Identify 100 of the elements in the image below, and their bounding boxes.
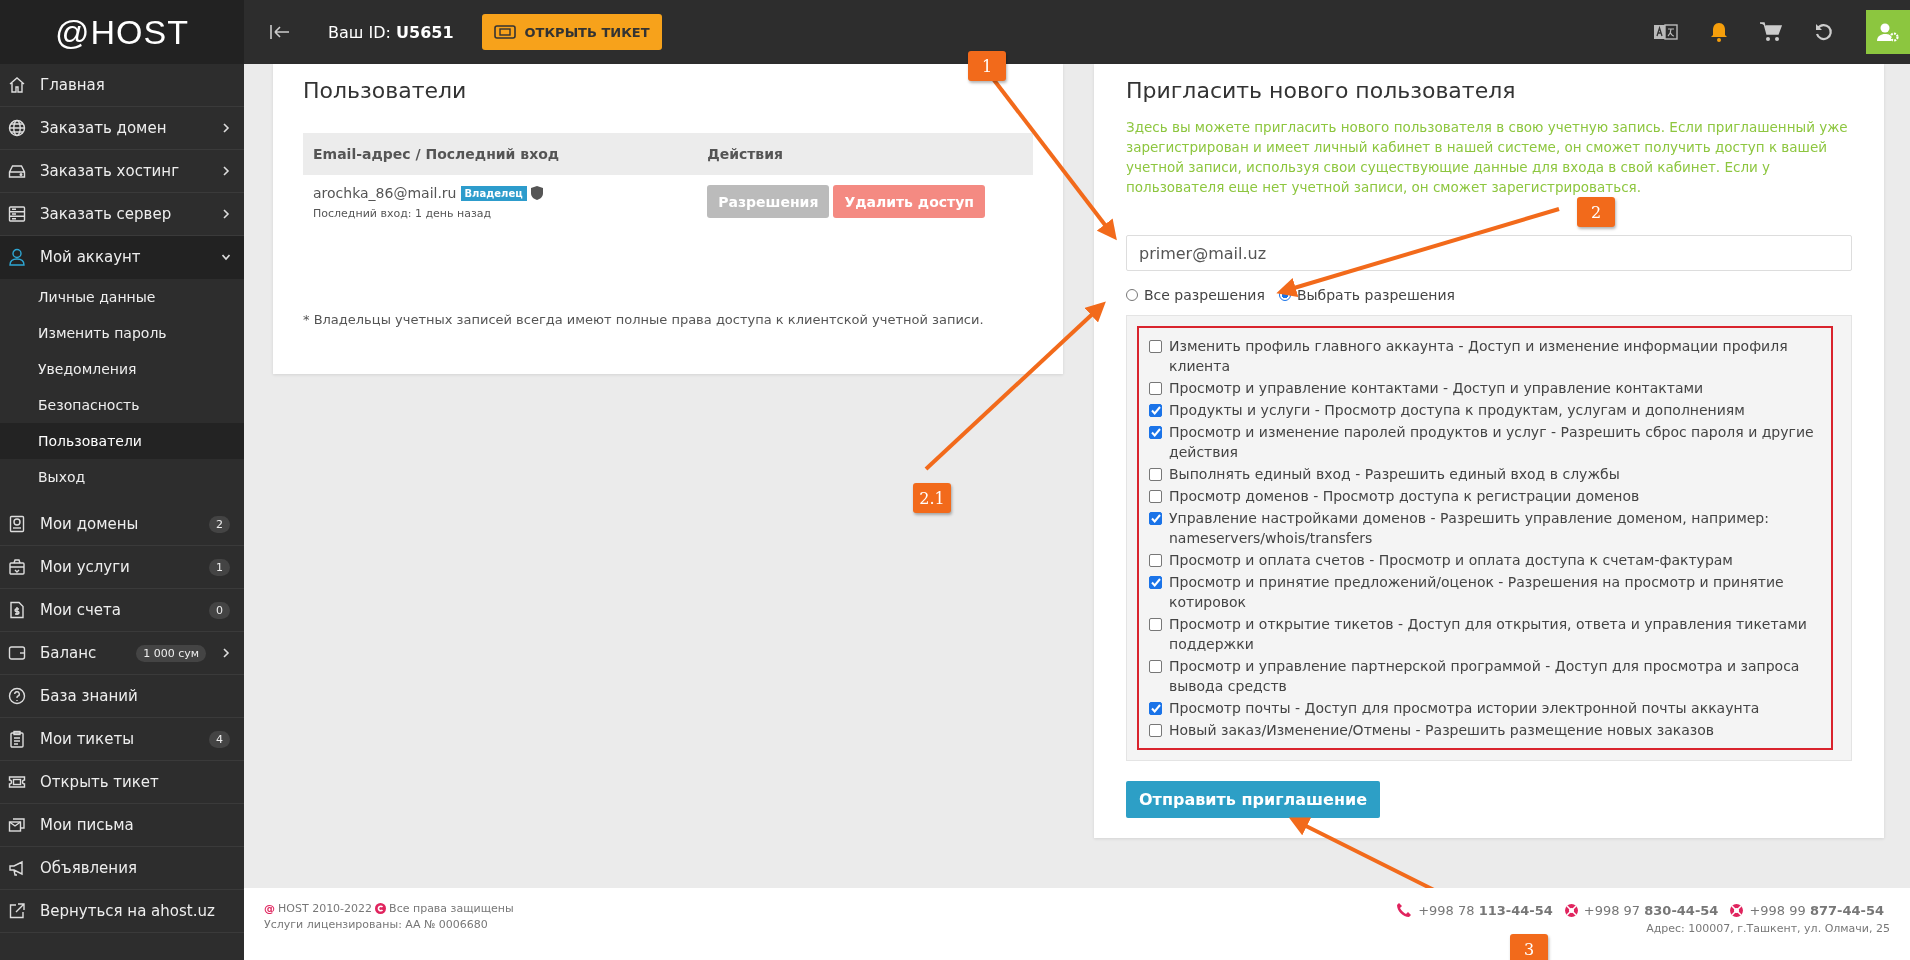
checkbox[interactable] [1149, 618, 1162, 631]
count-badge: 1 [209, 558, 230, 576]
sidebar-item[interactable]: Мой аккаунт [0, 236, 244, 279]
footnote: * Владельцы учетных записей всегда имеют полные права доступа к клиентской учетной записи. [303, 312, 985, 327]
brand-mark: @ [264, 902, 275, 915]
sidebar-item[interactable]: Заказать домен [0, 107, 244, 150]
sidebar-item[interactable]: Баланс 1 000 сум [0, 632, 244, 675]
home-icon [8, 76, 26, 94]
license-text: Услуги лицензированы: АА № 0006680 [264, 918, 489, 931]
submenu-item[interactable]: Личные данные [0, 279, 244, 315]
document-icon [8, 601, 26, 619]
step-badge: 2.1 [913, 483, 951, 513]
permission-option[interactable]: Просмотр доменов - Просмотр доступа к регистрации доменов [1149, 486, 1821, 506]
radio-option[interactable]: Все разрешения [1126, 287, 1265, 303]
submenu-item[interactable]: Уведомления [0, 351, 244, 387]
card-title: Пользователи [303, 78, 468, 103]
ticket-icon [8, 773, 26, 791]
permission-option[interactable]: Просмотр почты - Доступ для просмотра истории электронной почты аккаунта [1149, 698, 1821, 718]
permission-option[interactable]: Просмотр и открытие тикетов - Доступ для открытия, ответа и управления тикетами поддержки [1149, 614, 1821, 654]
checkbox[interactable] [1149, 512, 1162, 525]
count-badge: 4 [209, 730, 230, 748]
logo[interactable]: @HOST [0, 0, 244, 64]
checkbox[interactable] [1149, 576, 1162, 589]
checkbox[interactable] [1149, 702, 1162, 715]
step-badge: 2 [1577, 197, 1615, 227]
mail-icon [8, 816, 26, 834]
email-field[interactable]: primer@mail.uz [1126, 235, 1852, 271]
checkbox[interactable] [1149, 724, 1162, 737]
hard-drive-icon [8, 162, 26, 180]
card-title: Пригласить нового пользователя [1126, 78, 1517, 103]
sidebar-item[interactable]: Главная [0, 64, 244, 107]
column-header: Email-адрес / Последний вход [303, 133, 698, 175]
notification-bell-icon[interactable] [1710, 22, 1728, 42]
checkbox[interactable] [1149, 490, 1162, 503]
chevron-icon [222, 166, 230, 176]
translate-icon[interactable] [1654, 24, 1678, 40]
sidebar-item[interactable]: Мои счета 0 [0, 589, 244, 632]
count-badge: 0 [209, 601, 230, 619]
checkbox[interactable] [1149, 340, 1162, 353]
step-badge: 3 [1510, 934, 1548, 960]
globe-icon [8, 119, 26, 137]
sidebar-item[interactable]: База знаний [0, 675, 244, 718]
permission-option[interactable]: Просмотр и управление контактами - Доступ и управление контактами [1149, 378, 1821, 398]
chevron-icon [222, 252, 230, 262]
last-login: Последний вход: 1 день назад [313, 207, 493, 220]
permission-option[interactable]: Новый заказ/Изменение/Отмены - Разрешить размещение новых заказов [1149, 720, 1821, 740]
checkbox[interactable] [1149, 404, 1162, 417]
permission-option[interactable]: Продукты и услуги - Просмотр доступа к продуктам, услугам и дополнениям [1149, 400, 1821, 420]
permission-option[interactable]: Просмотр и изменение паролей продуктов и услуг - Разрешить сброс пароля и другие действия [1149, 422, 1821, 462]
sidebar-item[interactable]: Мои письма [0, 804, 244, 847]
phone-icon [1396, 902, 1413, 918]
permission-option[interactable]: Выполнять единый вход - Разрешить единый вход в службы [1149, 464, 1821, 484]
permission-option[interactable]: Просмотр и принятие предложений/оценок - Разрешения на просмотр и принятие котировок [1149, 572, 1821, 612]
checkbox[interactable] [1149, 468, 1162, 481]
server-icon [8, 205, 26, 223]
collapse-icon[interactable] [270, 24, 290, 40]
chevron-icon [222, 123, 230, 133]
permission-option[interactable]: Просмотр и управление партнерской программой - Доступ для просмотра и запроса вывода средств [1149, 656, 1821, 696]
submenu-item[interactable]: Выход [0, 459, 244, 495]
permission-option[interactable]: Просмотр и оплата счетов - Просмотр и оплата доступа к счетам-фактурам [1149, 550, 1821, 570]
chevron-icon [222, 648, 230, 658]
checkbox[interactable] [1149, 382, 1162, 395]
submenu-item[interactable]: Безопасность [0, 387, 244, 423]
copyright-icon [375, 903, 387, 914]
permission-option[interactable]: Управление настройками доменов - Разрешить управление доменом, например: nameservers/whois/transfers [1149, 508, 1821, 548]
sidebar-item[interactable]: Мои домены 2 [0, 503, 244, 546]
open-ticket-button[interactable]: ОТКРЫТЬ ТИКЕТ [481, 14, 662, 50]
checkbox[interactable] [1149, 660, 1162, 673]
sidebar-item[interactable]: Мои услуги 1 [0, 546, 244, 589]
user-icon [8, 248, 26, 266]
ticket-icon [493, 25, 516, 39]
refresh-icon[interactable] [1814, 22, 1834, 42]
step-badge: 1 [968, 51, 1006, 81]
clipboard-icon [8, 730, 26, 748]
submenu-item[interactable]: Изменить пароль [0, 315, 244, 351]
sidebar-item[interactable]: Мои тикеты 4 [0, 718, 244, 761]
address-text: Адрес: 100007, г.Ташкент, ул. Олмачи, 25 [1646, 922, 1890, 935]
description: Здесь вы можете пригласить нового пользователя в свою учетную запись. Если приглашенный уже зарегистрирован и имеет личный кабинет в нашей системе, он сможет получить доступ к вашей учетной записи, используя свои существующие данные для входа в свой кабинет. Если у пользователя еще нет учетной записи, он сможет зарегистрироваться. [1126, 118, 1849, 197]
gift-box-icon [8, 558, 26, 576]
copyright-text: HOST 2010-2022 [278, 902, 373, 915]
sidebar-item[interactable]: Открыть тикет [0, 761, 244, 804]
chevron-icon [222, 209, 230, 219]
column-header: Действия [697, 133, 1033, 175]
book-icon [8, 515, 26, 533]
cart-icon[interactable] [1760, 22, 1782, 42]
submenu-item[interactable]: Пользователи [0, 423, 244, 459]
count-badge: 2 [209, 515, 230, 533]
rights-text: Все права защищены [389, 902, 514, 915]
permission-option[interactable]: Изменить профиль главного аккаунта - Доступ и изменение информации профиля клиента [1149, 336, 1821, 376]
sidebar-item[interactable]: Объявления [0, 847, 244, 890]
user-id: Ваш ID: U5651 [328, 22, 454, 42]
sidebar-item[interactable]: Заказать хостинг [0, 150, 244, 193]
user-email: arochka_86@mail.ru [313, 185, 457, 201]
checkbox[interactable] [1149, 426, 1162, 439]
count-badge: 1 000 сум [136, 644, 206, 662]
shield-icon [530, 186, 543, 200]
role-badge: Владелец [460, 185, 527, 201]
checkbox[interactable] [1149, 554, 1162, 567]
user-gear-icon [1876, 22, 1900, 42]
external-link-icon [8, 902, 26, 920]
